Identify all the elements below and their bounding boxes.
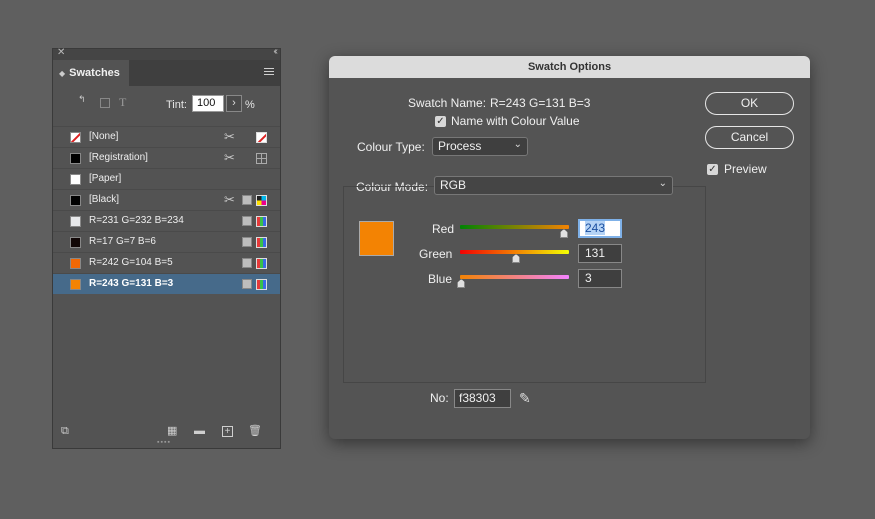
- swatch-name: R=231 G=232 B=234: [89, 215, 184, 226]
- collapse-panel-icon[interactable]: ‹‹: [273, 46, 277, 57]
- preview-label: Preview: [724, 162, 767, 176]
- swatch-chip: [70, 174, 81, 185]
- cmyk-mode-icon: [256, 195, 267, 206]
- colour-mode-group: [343, 186, 706, 383]
- chevron-down-icon: ⌄: [513, 139, 522, 150]
- swatch-row-231-232-234[interactable]: R=231 G=232 B=234: [53, 210, 280, 231]
- swatch-name-value: R=243 G=131 B=3: [490, 96, 591, 110]
- rgb-mode-icon: [256, 279, 267, 290]
- non-editable-icon: ✂: [224, 129, 235, 144]
- red-slider-track[interactable]: [460, 225, 569, 229]
- panel-title-strip: ✕ ‹‹: [53, 46, 280, 60]
- swatch-name: R=243 G=131 B=3: [89, 278, 174, 289]
- colour-type-select[interactable]: Process ⌄: [432, 137, 528, 156]
- name-with-value-checkbox[interactable]: ✓: [435, 116, 446, 127]
- blue-slider-track[interactable]: [460, 275, 569, 279]
- swatch-name-label: Swatch Name:: [408, 96, 487, 110]
- formatting-text-icon[interactable]: T: [119, 95, 126, 110]
- hex-label: No:: [430, 391, 449, 405]
- swatch-row-242-104-5[interactable]: R=242 G=104 B=5: [53, 252, 280, 273]
- swatch-name: R=17 G=7 B=6: [89, 236, 156, 247]
- red-label: Red: [432, 222, 455, 236]
- swatches-panel: ✕ ‹‹ ◆ Swatches ↰ T Tint: 100 › % [None]…: [52, 46, 281, 449]
- colour-type-label: Colour Type:: [357, 140, 425, 154]
- non-editable-icon: ✂: [224, 192, 235, 207]
- swatch-row-registration[interactable]: [Registration] ✂: [53, 147, 280, 168]
- colour-mode-value: RGB: [440, 178, 467, 192]
- preview-checkbox[interactable]: ✓: [707, 164, 718, 175]
- swatch-chip: [70, 216, 81, 227]
- swatch-chip: [70, 237, 81, 248]
- panel-footer: ⧉ ▦ ▬ + 🗑 ▪▪▪▪: [53, 418, 280, 448]
- resize-grip-icon[interactable]: ▪▪▪▪: [157, 439, 171, 446]
- swatch-chip: [70, 195, 81, 206]
- panel-menu-icon[interactable]: [264, 68, 274, 77]
- rgb-mode-icon: [256, 258, 267, 269]
- green-slider-track[interactable]: [460, 250, 569, 254]
- blue-label: Blue: [428, 272, 453, 286]
- tint-row: ↰ T Tint: 100 › %: [53, 86, 280, 124]
- swatch-chip: [70, 132, 81, 143]
- swatch-row-243-131-3[interactable]: R=243 G=131 B=3: [53, 273, 280, 294]
- blue-input[interactable]: 3: [578, 269, 622, 288]
- non-editable-icon: ✂: [224, 150, 235, 165]
- swatch-name: [Paper]: [89, 173, 122, 184]
- tab-swatches-label: Swatches: [69, 67, 120, 79]
- swatch-row-black[interactable]: [Black] ✂: [53, 189, 280, 210]
- tab-expand-icon: ◆: [59, 68, 66, 78]
- colour-mode-select[interactable]: RGB ⌄: [434, 176, 673, 195]
- close-panel-icon[interactable]: ✕: [57, 47, 65, 58]
- swatch-row-paper[interactable]: [Paper]: [53, 168, 280, 189]
- colour-preview-swatch: [359, 221, 394, 256]
- swatch-row-none[interactable]: [None] ✂: [53, 126, 280, 147]
- cancel-button[interactable]: Cancel: [705, 126, 794, 149]
- process-color-icon: [242, 279, 252, 289]
- cc-library-icon[interactable]: ▦: [167, 426, 178, 437]
- swatch-name: [Black]: [89, 194, 120, 205]
- swatch-name: R=242 G=104 B=5: [89, 257, 173, 268]
- tint-input[interactable]: 100: [192, 95, 224, 112]
- tint-label: Tint:: [166, 99, 187, 111]
- swatch-chip: [70, 153, 81, 164]
- rgb-mode-icon: [256, 237, 267, 248]
- dialog-title: Swatch Options: [329, 56, 810, 78]
- tint-stepper-icon[interactable]: ›: [226, 95, 242, 112]
- colour-type-value: Process: [438, 139, 482, 153]
- tab-swatches[interactable]: ◆ Swatches: [53, 60, 129, 86]
- green-label: Green: [419, 247, 453, 261]
- eyedropper-icon[interactable]: ✎: [519, 390, 531, 407]
- swatch-options-dialog: Swatch Options Swatch Name: R=243 G=131 …: [329, 56, 810, 439]
- process-color-icon: [242, 216, 252, 226]
- process-color-icon: [242, 237, 252, 247]
- swatch-views-icon[interactable]: ⧉: [61, 426, 72, 437]
- swatch-list: [None] ✂ [Registration] ✂ [Paper] [Black…: [53, 126, 280, 294]
- new-folder-icon[interactable]: ▬: [194, 426, 205, 437]
- process-color-icon: [242, 195, 252, 205]
- swatch-chip: [70, 279, 81, 290]
- swatch-name: [Registration]: [89, 152, 148, 163]
- tint-unit: %: [245, 99, 255, 111]
- none-type-icon: [256, 132, 267, 143]
- registration-type-icon: [256, 153, 267, 164]
- hex-input[interactable]: f38303: [454, 389, 511, 408]
- chevron-down-icon: ⌄: [658, 178, 667, 189]
- process-color-icon: [242, 258, 252, 268]
- trash-icon[interactable]: 🗑: [248, 426, 262, 437]
- swatch-row-17-7-6[interactable]: R=17 G=7 B=6: [53, 231, 280, 252]
- ok-button[interactable]: OK: [705, 92, 794, 115]
- swatch-chip: [70, 258, 81, 269]
- rgb-mode-icon: [256, 216, 267, 227]
- panel-tabbar: ◆ Swatches: [53, 60, 280, 86]
- formatting-container-icon[interactable]: [100, 98, 110, 108]
- name-with-value-label: Name with Colour Value: [451, 114, 580, 128]
- fill-stroke-swap-icon[interactable]: ↰: [78, 94, 86, 105]
- red-input[interactable]: 243: [578, 219, 622, 238]
- new-swatch-icon[interactable]: +: [222, 426, 233, 437]
- green-input[interactable]: 131: [578, 244, 622, 263]
- swatch-name: [None]: [89, 131, 119, 142]
